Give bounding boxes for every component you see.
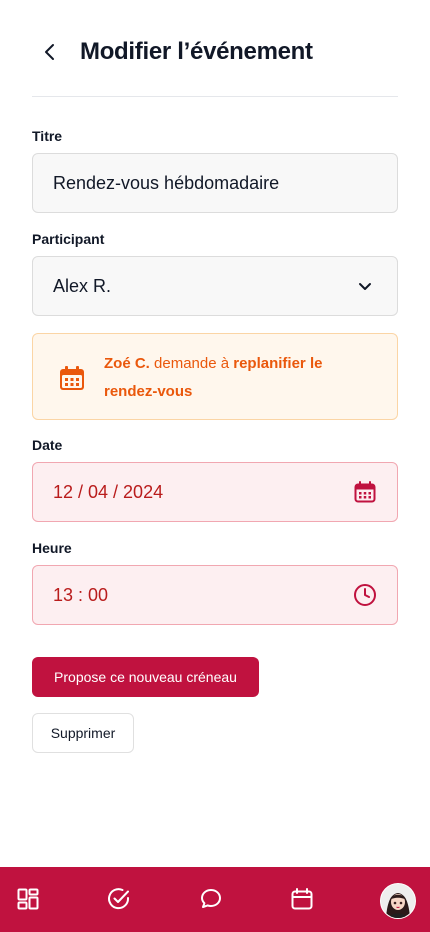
- calendar-icon: [60, 366, 84, 390]
- time-label: Heure: [32, 540, 72, 556]
- clock-icon[interactable]: [353, 583, 377, 607]
- chevron-down-icon: [353, 274, 377, 298]
- dashboard-icon: [17, 888, 39, 910]
- avatar-image: [381, 884, 415, 918]
- time-value: 13 : 00: [53, 584, 109, 605]
- propose-slot-button[interactable]: Propose ce nouveau créneau: [32, 657, 259, 697]
- notice-message: demande à: [149, 355, 234, 372]
- title-value: Rendez-vous hébdomadaire: [53, 172, 280, 193]
- page-title: Modifier l’événement: [80, 38, 313, 65]
- calendar-picker-icon[interactable]: [353, 480, 377, 504]
- nav-messages[interactable]: [199, 887, 223, 911]
- chevron-left-icon: [45, 44, 54, 60]
- participant-label: Participant: [32, 231, 105, 247]
- notice-requester: Zoé C.: [104, 355, 150, 372]
- check-circle-icon: [108, 888, 130, 910]
- nav-calendar[interactable]: [290, 887, 314, 911]
- participant-select[interactable]: Alex R.: [32, 256, 398, 316]
- nav-dashboard[interactable]: [16, 887, 40, 911]
- avatar[interactable]: [380, 883, 416, 919]
- title-label: Titre: [32, 128, 63, 144]
- calendar-icon: [291, 888, 313, 910]
- reschedule-notice: Zoé C. demande à replanifier le rendez-v…: [32, 333, 398, 420]
- back-button[interactable]: [38, 40, 62, 64]
- notice-text: Zoé C. demande à replanifier le rendez-v…: [104, 350, 374, 406]
- title-input[interactable]: Rendez-vous hébdomadaire: [32, 153, 398, 213]
- chat-icon: [201, 889, 221, 908]
- participant-value: Alex R.: [53, 275, 112, 296]
- date-label: Date: [32, 437, 63, 453]
- delete-button[interactable]: Supprimer: [32, 713, 134, 753]
- time-input[interactable]: 13 : 00: [32, 565, 398, 625]
- date-input[interactable]: 12 / 04 / 2024: [32, 462, 398, 522]
- page-header: Modifier l’événement: [32, 30, 398, 97]
- date-value: 12 / 04 / 2024: [53, 481, 164, 502]
- bottom-nav: [0, 867, 430, 932]
- nav-tasks[interactable]: [107, 887, 131, 911]
